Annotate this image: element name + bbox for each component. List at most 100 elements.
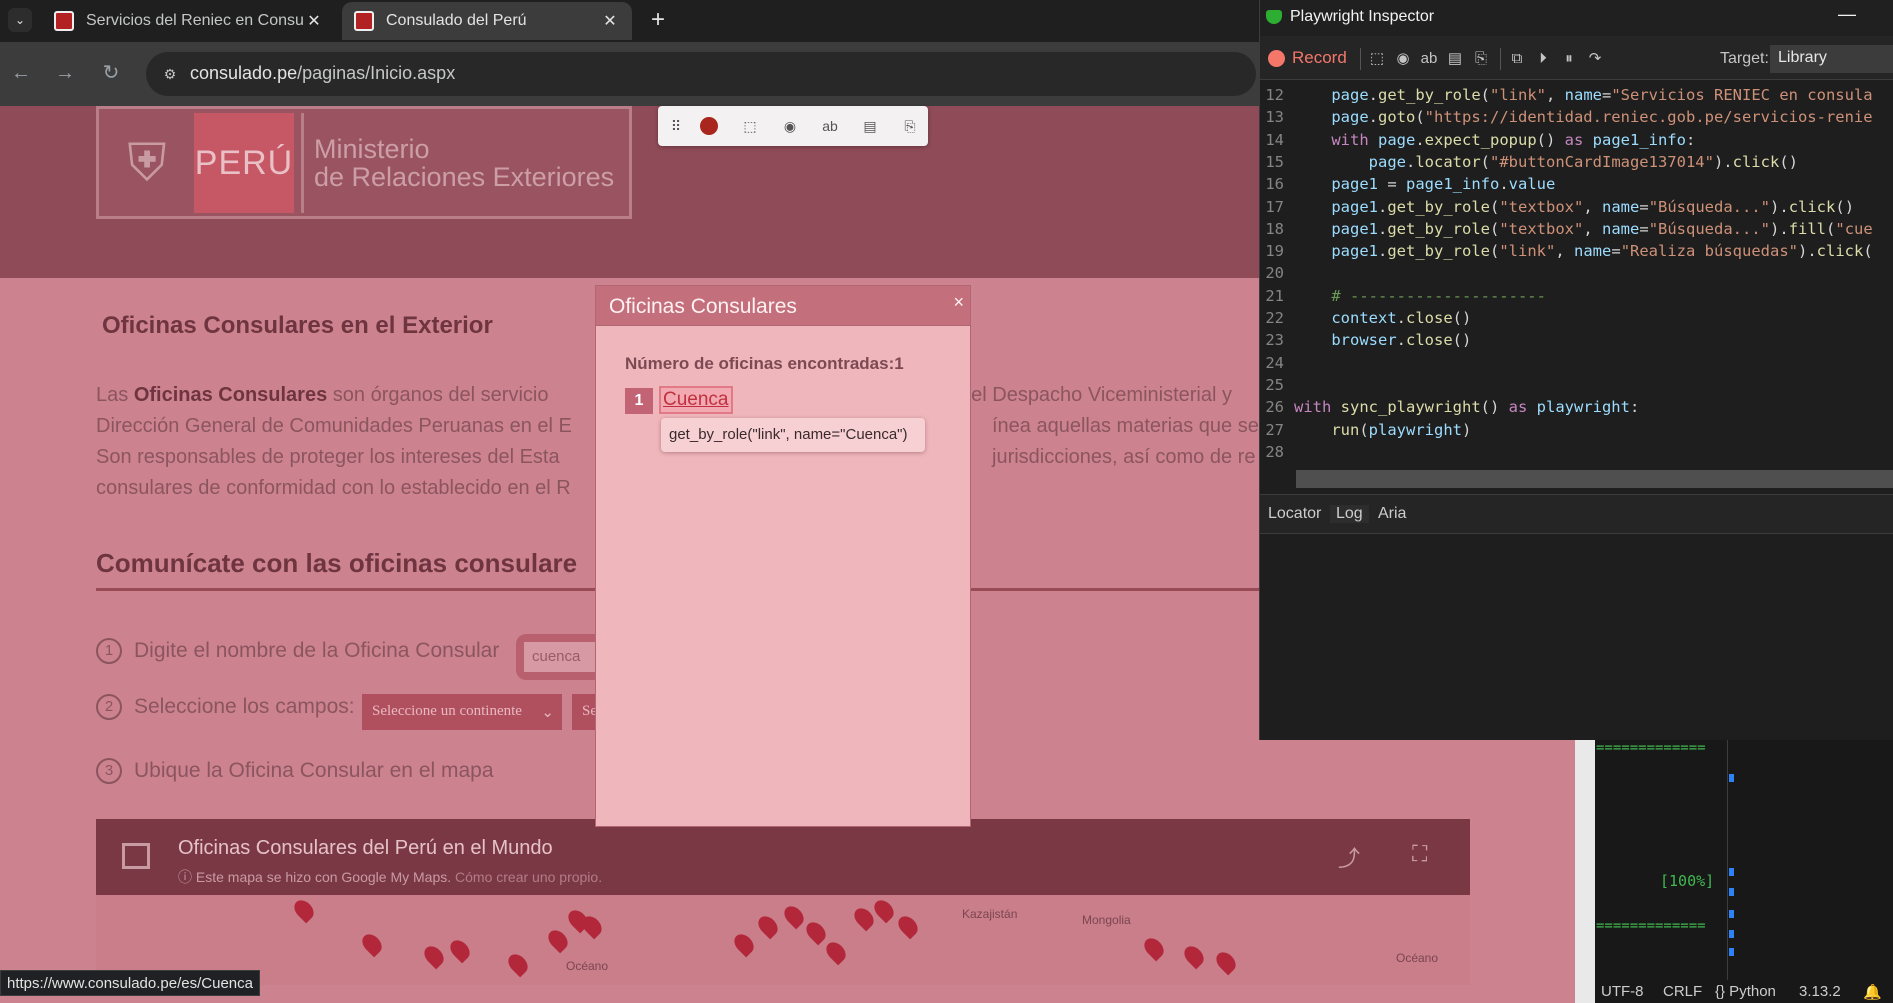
tab-search-dropdown[interactable]: ⌄ [8, 8, 32, 32]
resume-icon[interactable]: ⏵ [1532, 48, 1554, 70]
minimize-icon[interactable]: — [1838, 4, 1856, 25]
map-pin[interactable] [290, 896, 318, 924]
assert-value-icon[interactable]: ▤ [1444, 48, 1466, 70]
assert-text-icon[interactable]: ab [818, 114, 842, 138]
record-icon[interactable] [1268, 50, 1285, 67]
map-pin[interactable] [1212, 948, 1240, 976]
country-select[interactable]: Se [572, 694, 597, 730]
assert-snapshot-icon[interactable]: ⎘ [1470, 48, 1492, 70]
map-canvas[interactable]: Kazajistán Mongolia Océano Océano [96, 895, 1470, 985]
map-pin[interactable] [1140, 934, 1168, 962]
screen: ⌄ Servicios del Reniec en Consula ✕ Cons… [0, 0, 1893, 1003]
terminal-divider [1727, 740, 1728, 980]
recorder-overlay-toolbar: ⠿ ⬚ ◉ ab ▤ ⎘ [658, 106, 928, 146]
ministry-logo[interactable]: ⛨ PERÚ Ministerio de Relaciones Exterior… [96, 106, 632, 219]
result-link-cuenca[interactable]: Cuenca [659, 386, 733, 414]
line-number: 25 [1265, 375, 1284, 394]
site-settings-icon[interactable]: ⚙ [160, 64, 180, 84]
code-line: 24 [1260, 354, 1294, 376]
terminal-progress: [100%] [1660, 872, 1715, 890]
consular-office-search[interactable]: cuenca [516, 634, 606, 680]
assert-snapshot-icon[interactable]: ⎘ [898, 114, 922, 138]
record-button[interactable]: Record [1292, 48, 1347, 68]
generated-code-editor[interactable]: 12 page.get_by_role("link", name="Servic… [1260, 80, 1893, 468]
line-number: 26 [1265, 398, 1284, 417]
inspector-bottom-tabs: Locator Log Aria [1260, 494, 1893, 534]
step-3: 3 Ubique la Oficina Consular en el mapa [96, 758, 494, 784]
map-pin[interactable] [420, 942, 448, 970]
map-pin[interactable] [802, 918, 830, 946]
tab-title: Consulado del Perú [386, 12, 527, 29]
page-scrollbar[interactable] [1575, 740, 1595, 1003]
line-number: 17 [1265, 197, 1284, 216]
assert-visibility-icon[interactable]: ◉ [778, 114, 802, 138]
map-pin[interactable] [504, 950, 532, 978]
bell-icon[interactable]: 🔔 [1863, 983, 1882, 1001]
tab-log[interactable]: Log [1330, 505, 1369, 523]
fullscreen-icon[interactable]: ⛶ [1412, 841, 1427, 867]
reload-icon[interactable]: ↻ [96, 58, 126, 88]
search-input[interactable]: cuenca [524, 642, 606, 672]
line-number: 18 [1265, 219, 1284, 238]
back-arrow-icon[interactable]: ← [6, 58, 36, 88]
line-number: 16 [1265, 175, 1284, 194]
address-bar[interactable]: ⚙ consulado.pe/paginas/Inicio.aspx [146, 52, 1256, 96]
step-over-icon[interactable]: ↷ [1584, 48, 1606, 70]
map-pin[interactable] [754, 912, 782, 940]
map-pin[interactable] [822, 938, 850, 966]
assert-visibility-icon[interactable]: ◉ [1392, 48, 1414, 70]
assert-text-icon[interactable]: ab [1418, 48, 1440, 70]
link-status-url: https://www.consulado.pe/es/Cuenca [0, 970, 260, 996]
section-title: Comunícate con las oficinas consulare [96, 548, 578, 578]
map-pin[interactable] [730, 930, 758, 958]
dialog-header: Oficinas Consulares × [596, 286, 970, 326]
line-number: 14 [1265, 130, 1284, 149]
pick-locator-icon[interactable]: ⬚ [1366, 48, 1388, 70]
target-select[interactable]: Library [1770, 45, 1893, 73]
map-label: Kazajistán [962, 907, 1018, 921]
eol-status[interactable]: CRLF [1663, 983, 1702, 1000]
map-legend-icon[interactable] [122, 843, 150, 869]
forward-arrow-icon[interactable]: → [50, 58, 80, 88]
pause-icon[interactable]: ⏸ [1558, 48, 1580, 70]
language-status[interactable]: {} Python [1715, 983, 1776, 1000]
code-line: 27 run(playwright) [1260, 421, 1471, 443]
encoding-status[interactable]: UTF-8 [1601, 983, 1644, 1000]
code-horizontal-scrollbar[interactable] [1296, 470, 1893, 488]
tab-aria[interactable]: Aria [1378, 505, 1406, 523]
continent-select[interactable]: Seleccione un continente ⌄ [362, 694, 562, 730]
pick-locator-icon[interactable]: ⬚ [738, 114, 762, 138]
map-pin[interactable] [1180, 942, 1208, 970]
copy-icon[interactable]: ⧉ [1506, 48, 1528, 70]
assert-value-icon[interactable]: ▤ [858, 114, 882, 138]
close-icon[interactable]: × [953, 292, 964, 313]
code-line: 13 page.goto("https://identidad.reniec.g… [1260, 108, 1872, 130]
result-number-badge: 1 [625, 388, 653, 414]
line-number: 15 [1265, 152, 1284, 171]
tab-consulado[interactable]: Consulado del Perú ✕ [342, 2, 632, 40]
tab-locator[interactable]: Locator [1268, 505, 1321, 523]
code-line: 19 page1.get_by_role("link", name="Reali… [1260, 242, 1872, 264]
map-label: Mongolia [1082, 913, 1131, 927]
map-pin[interactable] [894, 912, 922, 940]
map-pin[interactable] [870, 896, 898, 924]
close-tab-icon[interactable]: ✕ [304, 11, 324, 31]
drag-handle-icon[interactable]: ⠿ [664, 114, 688, 138]
code-line: 20 [1260, 264, 1294, 286]
new-tab-button[interactable]: + [645, 6, 671, 34]
python-version-status[interactable]: 3.13.2 [1799, 983, 1841, 1000]
map-pin[interactable] [544, 926, 572, 954]
record-icon[interactable] [700, 117, 718, 135]
logo-peru-text: PERÚ [194, 113, 294, 213]
map-pin[interactable] [358, 930, 386, 958]
results-count: Número de oficinas encontradas:1 [625, 354, 904, 373]
code-line: 16 page1 = page1_info.value [1260, 175, 1555, 197]
embedded-map[interactable]: Oficinas Consulares del Perú en el Mundo… [96, 819, 1470, 985]
tab-reniec[interactable]: Servicios del Reniec en Consula ✕ [42, 2, 336, 40]
share-icon[interactable]: ⤴ [1338, 841, 1360, 873]
scroll-marker [1729, 948, 1734, 956]
map-pin[interactable] [446, 936, 474, 964]
close-tab-icon[interactable]: ✕ [600, 11, 620, 31]
map-pin[interactable] [780, 902, 808, 930]
tab-title: Servicios del Reniec en Consula [86, 12, 304, 29]
